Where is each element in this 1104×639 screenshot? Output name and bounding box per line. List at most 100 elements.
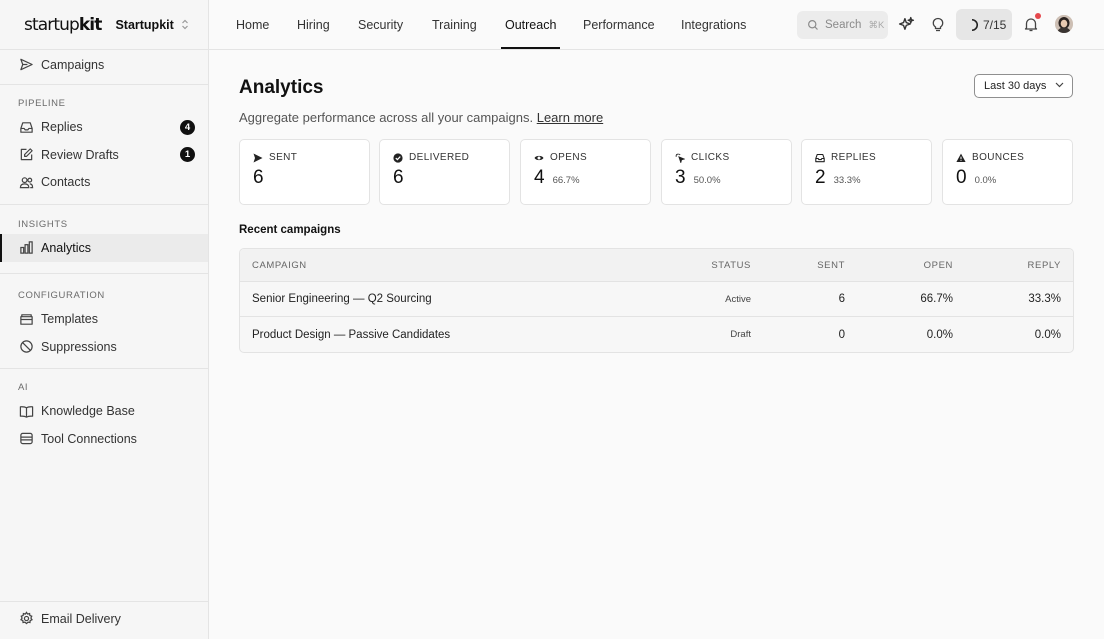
sidebar-item-tool-connections[interactable]: Tool Connections (0, 425, 208, 453)
search-button[interactable]: Search ⌘K (797, 11, 888, 39)
tab-hiring[interactable]: Hiring (297, 0, 330, 49)
sidebar-item-review-drafts[interactable]: Review Drafts 1 (0, 141, 208, 169)
progress-spinner-icon (965, 18, 979, 32)
folder-icon (19, 312, 34, 327)
check-circle-icon (393, 152, 403, 163)
sidebar-item-label: Contacts (41, 175, 91, 190)
stat-value: 6 (393, 167, 404, 188)
gear-icon (19, 611, 34, 626)
stat-percent: 33.3% (833, 175, 861, 186)
subtitle-text: Aggregate performance across all your ca… (239, 110, 534, 125)
sidebar-item-campaigns[interactable]: Campaigns (0, 51, 208, 79)
sidebar-item-email-delivery[interactable]: Email Delivery (0, 605, 208, 633)
bell-icon[interactable] (1021, 13, 1041, 34)
analytics-page: Analytics Last 30 days Aggregate perform… (209, 50, 1104, 639)
sidebar-item-label: Campaigns (41, 57, 105, 72)
stat-label: DELIVERED (409, 152, 470, 163)
sidebar-item-label: Suppressions (41, 339, 117, 354)
send-icon (253, 153, 263, 163)
stat-card-bounces: BOUNCES 0 0.0% (942, 139, 1073, 205)
table-row[interactable]: Product Design — Passive Candidates Draf… (240, 317, 1073, 352)
stat-card-replies: REPLIES 2 33.3% (801, 139, 932, 205)
section-label-insights: INSIGHTS (18, 218, 68, 230)
startupkit-logo[interactable]: startupkit (24, 14, 102, 35)
stat-percent: 66.7% (552, 175, 580, 186)
inbox-icon (19, 120, 34, 135)
recent-campaigns-table: CAMPAIGN STATUS SENT OPEN REPLY Senior E… (239, 248, 1074, 353)
campaign-name: Product Design — Passive Candidates (252, 328, 451, 341)
sidebar-item-knowledge-base[interactable]: Knowledge Base (0, 398, 208, 426)
workspace-switcher-icon[interactable] (181, 19, 189, 30)
workspace-name[interactable]: Startupkit (115, 18, 173, 32)
section-label-configuration: CONFIGURATION (18, 290, 105, 301)
logo-text-bold: kit (78, 14, 102, 35)
database-icon (19, 431, 34, 446)
eye-icon (534, 153, 544, 163)
tab-outreach[interactable]: Outreach (501, 0, 561, 49)
book-icon (19, 404, 34, 419)
table-header: CAMPAIGN STATUS SENT OPEN REPLY (240, 249, 1073, 282)
logo-text-light: startup (24, 14, 80, 35)
page-subtitle: Aggregate performance across all your ca… (239, 110, 603, 125)
sidebar-item-label: Replies (41, 120, 83, 135)
column-header-status: STATUS (711, 259, 751, 271)
progress-count: 7/15 (983, 17, 1007, 32)
sidebar-item-label: Email Delivery (41, 611, 121, 626)
tab-performance[interactable]: Performance (583, 0, 655, 49)
drafts-count-badge: 1 (180, 147, 195, 163)
tab-home[interactable]: Home (236, 0, 269, 49)
edit-icon (19, 147, 34, 162)
stat-label: BOUNCES (972, 152, 1025, 163)
stat-value: 6 (253, 167, 264, 188)
stat-percent: 50.0% (693, 175, 721, 186)
search-icon (807, 19, 819, 31)
inbox-icon (815, 153, 825, 163)
stat-percent: 0.0% (974, 175, 997, 186)
tab-training[interactable]: Training (432, 0, 477, 49)
sidebar-item-analytics[interactable]: Analytics (0, 234, 208, 262)
column-header-open: OPEN (923, 259, 953, 271)
campaign-open-rate: 66.7% (920, 293, 953, 305)
sidebar-item-templates[interactable]: Templates (0, 306, 208, 334)
block-icon (19, 339, 34, 354)
campaign-sent: 6 (838, 293, 845, 305)
campaign-status: Active (725, 293, 751, 305)
sidebar-item-replies[interactable]: Replies 4 (0, 114, 208, 142)
avatar[interactable] (1055, 15, 1073, 33)
campaign-reply-rate: 0.0% (1034, 328, 1061, 341)
sidebar-footer-divider (0, 601, 209, 602)
stat-card-delivered: DELIVERED 6 (379, 139, 510, 205)
recent-campaigns-heading: Recent campaigns (239, 224, 341, 236)
column-header-campaign: CAMPAIGN (252, 259, 307, 271)
search-shortcut: ⌘K (868, 19, 885, 31)
lightbulb-icon[interactable] (928, 14, 948, 34)
bar-chart-icon (19, 240, 34, 255)
search-placeholder: Search (825, 19, 862, 31)
campaign-open-rate: 0.0% (926, 328, 953, 341)
campaign-sent: 0 (838, 328, 845, 341)
replies-count-badge: 4 (180, 119, 195, 135)
stat-card-opens: OPENS 4 66.7% (520, 139, 651, 205)
learn-more-link[interactable]: Learn more (537, 110, 603, 125)
sidebar-item-contacts[interactable]: Contacts (0, 169, 208, 197)
date-range-value: Last 30 days (984, 80, 1047, 92)
date-range-select[interactable]: Last 30 days (974, 74, 1073, 98)
sparkles-icon[interactable] (896, 14, 916, 34)
send-icon (19, 57, 34, 72)
pointer-click-icon (675, 153, 685, 163)
tab-integrations[interactable]: Integrations (681, 0, 746, 49)
stat-card-sent: SENT 6 (239, 139, 370, 205)
stat-value: 4 (534, 167, 545, 188)
campaign-status: Draft (730, 329, 751, 340)
sidebar: startupkit Startupkit Campaigns PIPELINE… (0, 0, 209, 639)
onboarding-progress-button[interactable]: 7/15 (956, 9, 1012, 40)
table-row[interactable]: Senior Engineering — Q2 Sourcing Active … (240, 282, 1073, 317)
stat-card-clicks: CLICKS 3 50.0% (661, 139, 792, 205)
tab-security[interactable]: Security (358, 0, 403, 49)
chevron-down-icon (1055, 82, 1064, 88)
sidebar-item-label: Tool Connections (41, 431, 137, 446)
sidebar-item-suppressions[interactable]: Suppressions (0, 333, 208, 361)
stat-label: REPLIES (831, 152, 877, 163)
sidebar-item-label: Templates (41, 312, 98, 327)
column-header-reply: REPLY (1027, 259, 1061, 271)
